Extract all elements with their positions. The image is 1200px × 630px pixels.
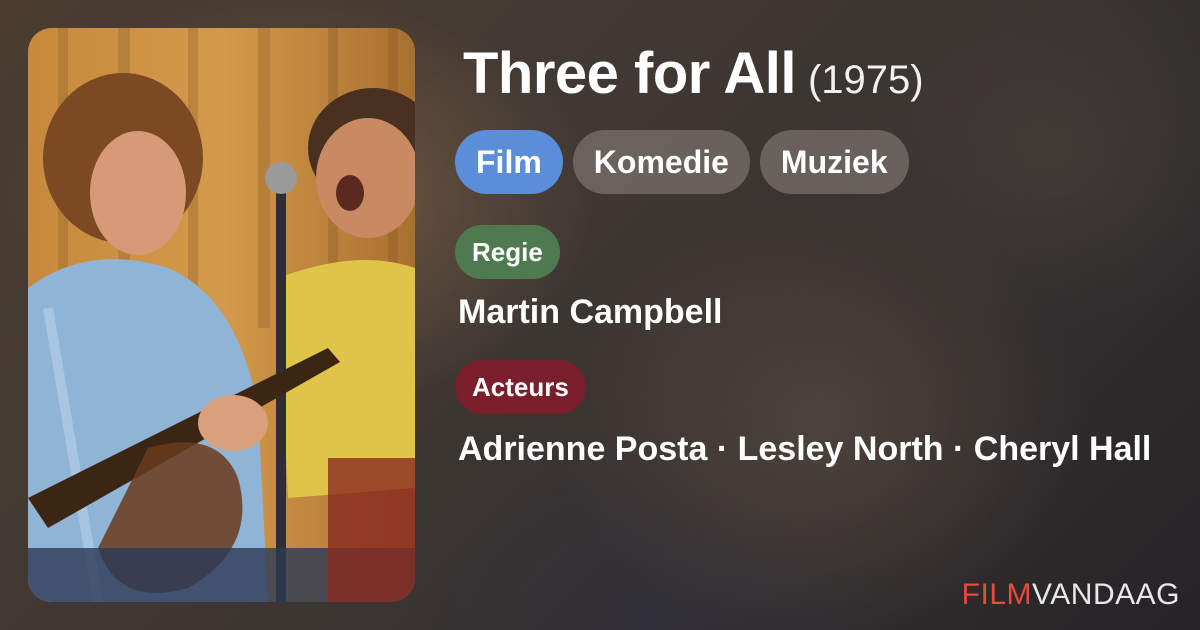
title-row: Three for All (1975) (463, 40, 924, 107)
movie-share-card: Three for All (1975) Film Komedie Muziek … (0, 0, 1200, 630)
movie-details: Three for All (1975) Film Komedie Muziek … (455, 0, 1175, 630)
brand-part-film: FILM (961, 578, 1033, 611)
tag-muziek[interactable]: Muziek (759, 130, 909, 194)
tag-komedie[interactable]: Komedie (572, 130, 750, 194)
tag-film[interactable]: Film (455, 130, 563, 194)
actors-label: Acteurs (455, 360, 586, 414)
actors-list[interactable]: Adrienne Posta · Lesley North · Cheryl H… (458, 422, 1173, 476)
director-label: Regie (455, 225, 560, 279)
director-name[interactable]: Martin Campbell (458, 285, 722, 339)
poster-illustration (28, 28, 415, 602)
movie-poster[interactable] (28, 28, 415, 602)
brand-part-vandaag: VANDAAG (1032, 578, 1180, 611)
filmvandaag-logo[interactable]: FILMVANDAAG (962, 578, 1180, 612)
movie-title[interactable]: Three for All (463, 41, 796, 106)
movie-year: (1975) (807, 58, 924, 102)
genre-tags: Film Komedie Muziek (455, 130, 909, 194)
